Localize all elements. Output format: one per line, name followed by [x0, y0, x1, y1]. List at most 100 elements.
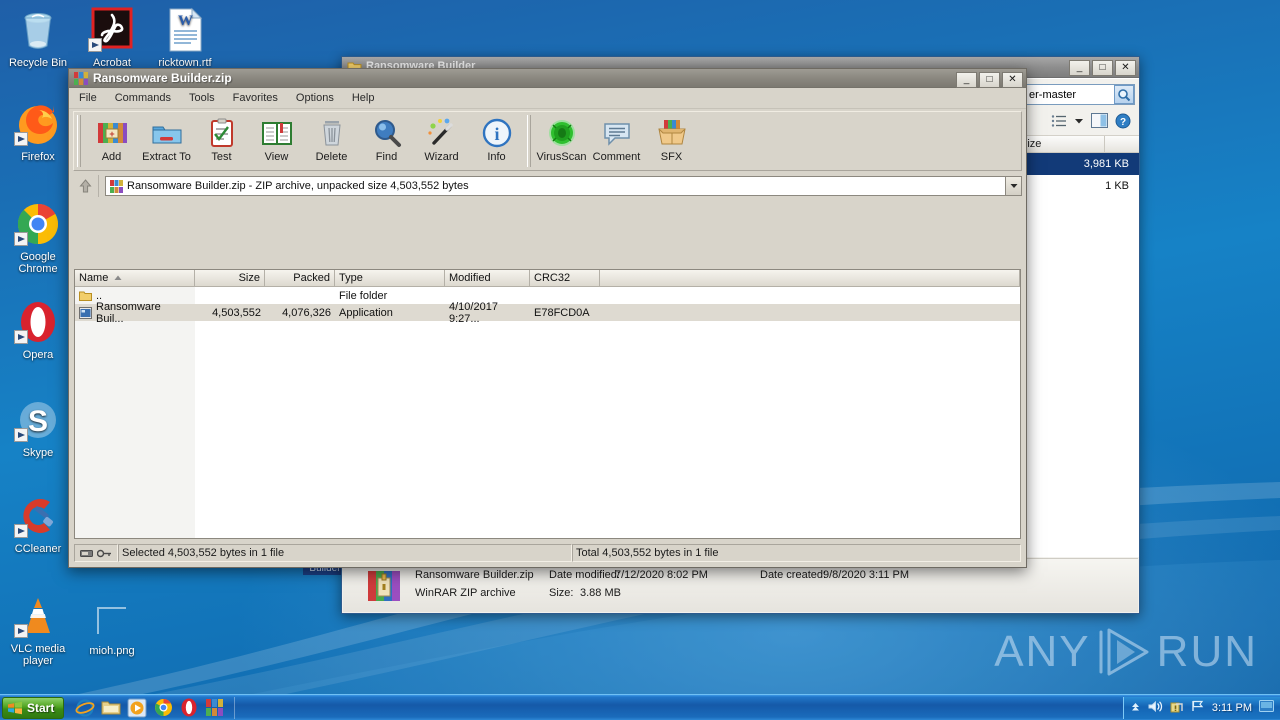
sfx-button[interactable]: SFX [644, 115, 699, 169]
explorer-window-controls[interactable]: _ □ ✕ [1069, 60, 1136, 76]
desktop-icon-ccleaner[interactable]: CCleaner [2, 492, 74, 555]
firefox-icon [14, 100, 62, 148]
test-button[interactable]: Test [194, 115, 249, 169]
chevron-down-icon[interactable] [1074, 116, 1084, 128]
winrar-icon[interactable] [204, 697, 226, 719]
rtf-document-icon: W [161, 6, 209, 54]
explorer-search-box[interactable] [1023, 84, 1135, 105]
winrar-title-bar[interactable]: Ransomware Builder.zip _ □ ✕ [69, 69, 1026, 88]
toolbar-grip[interactable] [77, 115, 81, 167]
menu-item-favorites[interactable]: Favorites [233, 92, 278, 104]
winrar-window[interactable]: Ransomware Builder.zip _ □ ✕ File Comman… [68, 68, 1027, 568]
view-file-icon [261, 117, 293, 149]
winrar-address-bar[interactable]: Ransomware Builder.zip - ZIP archive, un… [73, 174, 1022, 198]
column-header-crc32[interactable]: CRC32 [530, 270, 600, 286]
desktop-icon-label: mioh.png [89, 645, 135, 657]
desktop-icon-ricktown-rtf[interactable]: W ricktown.rtf [149, 6, 221, 69]
menu-item-options[interactable]: Options [296, 92, 334, 104]
action-center-icon[interactable] [1170, 700, 1184, 716]
desktop-icon-firefox[interactable]: Firefox [2, 100, 74, 163]
column-header-size[interactable]: Size [195, 270, 265, 286]
column-header-filler[interactable] [600, 270, 1020, 286]
windows-explorer-icon[interactable] [100, 697, 122, 719]
view-button[interactable]: View [249, 115, 304, 169]
shortcut-overlay-icon [88, 38, 102, 52]
winrar-toolbar[interactable]: + Add Extract To Test View Delete Find W… [73, 111, 1022, 171]
system-tray[interactable]: 3:11 PM [1122, 696, 1280, 719]
chrome-icon[interactable] [152, 697, 174, 719]
menu-item-file[interactable]: File [79, 92, 97, 104]
preview-pane-icon[interactable] [1091, 113, 1108, 131]
desktop-icon-vlc-media-player[interactable]: VLC media player [2, 592, 74, 667]
desktop-icon-google-chrome[interactable]: Google Chrome [2, 200, 74, 275]
show-desktop-icon[interactable] [1259, 700, 1274, 715]
menu-item-commands[interactable]: Commands [115, 92, 171, 104]
column-divider[interactable] [1104, 136, 1105, 152]
explorer-list-item[interactable]: 1 KB [1014, 175, 1139, 197]
menu-item-help[interactable]: Help [352, 92, 375, 104]
column-header-type[interactable]: Type [335, 270, 445, 286]
network-icon[interactable] [1191, 700, 1205, 715]
winrar-minimize-button[interactable]: _ [956, 72, 977, 88]
column-header-modified[interactable]: Modified [445, 270, 530, 286]
winrar-window-controls[interactable]: _ □ ✕ [956, 72, 1023, 88]
column-header-packed[interactable]: Packed [265, 270, 335, 286]
explorer-minimize-button[interactable]: _ [1069, 60, 1090, 76]
views-icon[interactable] [1051, 114, 1067, 131]
column-header-name[interactable]: Name [75, 270, 195, 286]
help-icon[interactable]: ? [1115, 113, 1131, 132]
extract-to-button[interactable]: Extract To [139, 115, 194, 169]
details-file-name: Ransomware Builder.zip [415, 569, 534, 581]
winrar-file-list[interactable]: Name Size Packed Type Modified CRC32 .. … [74, 269, 1021, 539]
add-button[interactable]: + Add [84, 115, 139, 169]
desktop-icon-mioh-png[interactable]: mioh.png [76, 594, 148, 657]
winrar-menu-bar[interactable]: File Commands Tools Favorites Options He… [69, 88, 1026, 109]
media-player-icon[interactable] [126, 697, 148, 719]
toolbar-grip[interactable] [527, 115, 531, 167]
quick-launch-bar[interactable] [74, 696, 236, 719]
winrar-close-button[interactable]: ✕ [1002, 72, 1023, 88]
opera-icon[interactable] [178, 697, 200, 719]
row-size-cell: 4,503,552 [212, 306, 261, 319]
taskbar-clock[interactable]: 3:11 PM [1212, 702, 1252, 714]
archive-path-box[interactable]: Ransomware Builder.zip - ZIP archive, un… [105, 176, 1022, 196]
menu-item-tools[interactable]: Tools [189, 92, 215, 104]
status-icons[interactable] [74, 544, 118, 562]
info-button[interactable]: i Info [469, 115, 524, 169]
desktop-icon-skype[interactable]: S Skype [2, 396, 74, 459]
volume-icon[interactable] [1148, 700, 1163, 716]
internet-explorer-icon[interactable] [74, 697, 96, 719]
explorer-column-headers[interactable]: Size [1014, 135, 1139, 153]
delete-button[interactable]: Delete [304, 115, 359, 169]
details-date-created-label: Date created: [760, 569, 827, 581]
comment-button[interactable]: Comment [589, 115, 644, 169]
table-row[interactable]: .. File folder [75, 287, 1020, 304]
desktop-icon-opera[interactable]: Opera [2, 298, 74, 361]
up-arrow-icon[interactable] [73, 175, 99, 197]
start-button[interactable]: Start [2, 696, 65, 719]
desktop-icon-acrobat[interactable]: Acrobat [76, 6, 148, 69]
virusscan-button[interactable]: VirusScan [534, 115, 589, 169]
explorer-maximize-button[interactable]: □ [1092, 60, 1113, 76]
explorer-toolbar[interactable]: ? [1014, 109, 1139, 135]
explorer-file-list[interactable]: 3,981 KB 1 KB [1014, 153, 1139, 557]
toolbar-label: Test [211, 151, 232, 163]
explorer-close-button[interactable]: ✕ [1115, 60, 1136, 76]
explorer-column-size[interactable]: Size [1014, 138, 1104, 150]
chevron-up-icon[interactable] [1130, 701, 1141, 715]
explorer-list-item[interactable]: 3,981 KB [1014, 153, 1139, 175]
wizard-button[interactable]: Wizard [414, 115, 469, 169]
chevron-down-icon[interactable] [1005, 177, 1021, 195]
desktop-icon-recycle-bin[interactable]: Recycle Bin [2, 6, 74, 69]
folder-up-icon [79, 290, 92, 302]
taskbar[interactable]: Start 3:11 PM [0, 694, 1280, 720]
search-input[interactable] [1027, 87, 1113, 102]
table-row[interactable]: Ransomware Buil... 4,503,552 4,076,326 A… [75, 301, 1020, 325]
search-icon[interactable] [1114, 85, 1134, 104]
svg-text:?: ? [1120, 117, 1126, 128]
skype-icon: S [14, 396, 62, 444]
find-button[interactable]: Find [359, 115, 414, 169]
ccleaner-icon [14, 492, 62, 540]
winrar-column-headers[interactable]: Name Size Packed Type Modified CRC32 [75, 270, 1020, 287]
winrar-maximize-button[interactable]: □ [979, 72, 1000, 88]
